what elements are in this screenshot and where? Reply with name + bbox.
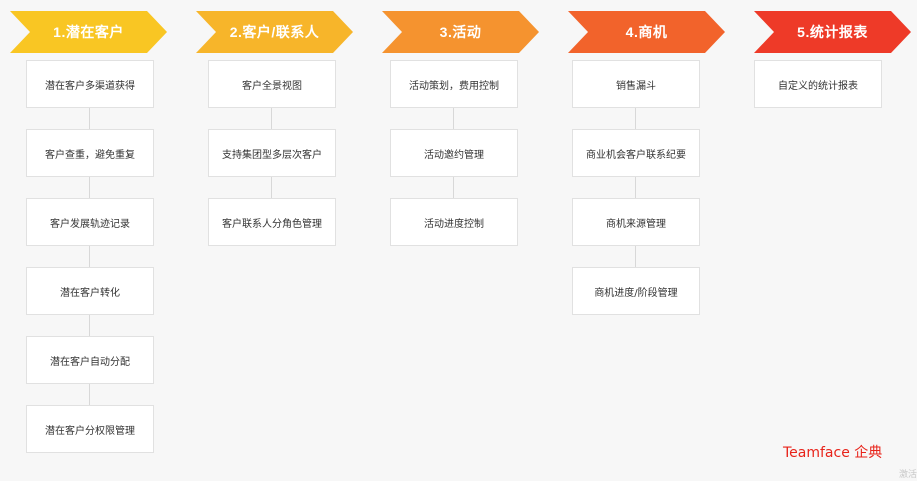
step-label: 潜在客户自动分配 [50, 356, 130, 368]
stage-chevron: 3.活动 [382, 11, 539, 53]
connector-line [635, 84, 636, 291]
watermark-text: 激活 [899, 470, 917, 480]
step-label: 支持集团型多层次客户 [222, 149, 322, 161]
stage-title: 3.活动 [439, 24, 482, 40]
step-box: 潜在客户自动分配 [26, 336, 154, 384]
step-box: 销售漏斗 [572, 60, 700, 108]
step-label: 潜在客户分权限管理 [45, 425, 135, 437]
stage-chevron: 4.商机 [568, 11, 725, 53]
step-label: 潜在客户多渠道获得 [45, 80, 135, 92]
step-box: 商机进度/阶段管理 [572, 267, 700, 315]
step-box: 活动进度控制 [390, 198, 518, 246]
step-box: 商业机会客户联系纪要 [572, 129, 700, 177]
step-box: 客户全景视图 [208, 60, 336, 108]
step-label: 销售漏斗 [616, 80, 656, 92]
stage-title: 5.统计报表 [797, 24, 868, 40]
step-label: 活动策划，费用控制 [409, 80, 499, 92]
step-label: 商机来源管理 [606, 218, 666, 230]
step-box: 客户联系人分角色管理 [208, 198, 336, 246]
stage-title: 4.商机 [625, 24, 668, 40]
step-box: 潜在客户转化 [26, 267, 154, 315]
step-box: 潜在客户分权限管理 [26, 405, 154, 453]
step-label: 商机进度/阶段管理 [594, 287, 678, 299]
step-box: 客户查重，避免重复 [26, 129, 154, 177]
stage-chevron: 5.统计报表 [754, 11, 911, 53]
step-box: 潜在客户多渠道获得 [26, 60, 154, 108]
step-box: 活动策划，费用控制 [390, 60, 518, 108]
step-label: 潜在客户转化 [60, 287, 120, 299]
step-box: 客户发展轨迹记录 [26, 198, 154, 246]
step-label: 客户查重，避免重复 [45, 149, 135, 161]
step-box: 自定义的统计报表 [754, 60, 882, 108]
step-label: 客户全景视图 [242, 80, 302, 92]
step-label: 客户联系人分角色管理 [222, 218, 322, 230]
stage-title: 2.客户/联系人 [229, 24, 320, 40]
step-label: 客户发展轨迹记录 [50, 218, 130, 230]
stage-chevron: 1.潜在客户 [10, 11, 167, 53]
step-label: 商业机会客户联系纪要 [586, 149, 686, 161]
step-box: 活动邀约管理 [390, 129, 518, 177]
step-label: 自定义的统计报表 [778, 80, 858, 92]
step-label: 活动邀约管理 [424, 149, 484, 161]
brand-logo: Teamface 企典 [783, 445, 883, 461]
step-box: 商机来源管理 [572, 198, 700, 246]
step-box: 支持集团型多层次客户 [208, 129, 336, 177]
step-label: 活动进度控制 [424, 218, 484, 230]
stage-title: 1.潜在客户 [53, 24, 124, 40]
stage-chevron: 2.客户/联系人 [196, 11, 353, 53]
